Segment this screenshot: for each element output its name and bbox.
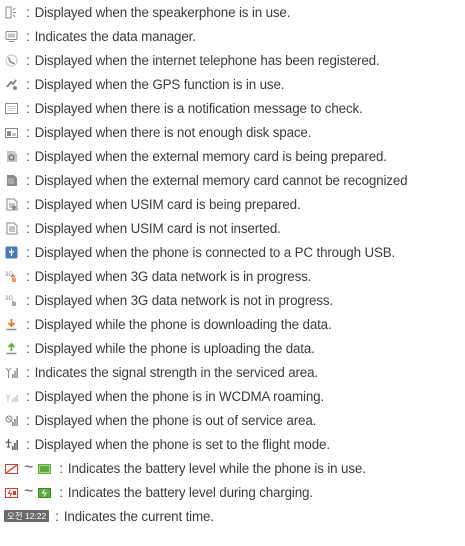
3g-data-in-progress-icon: 3G: [5, 270, 18, 283]
separator-colon: :: [26, 196, 30, 212]
icon-description-text: Indicates the data manager.: [34, 28, 196, 44]
icon-description-row: : Displayed while the phone is downloadin…: [0, 312, 332, 336]
icon-description-text: Displayed when the phone is out of servi…: [34, 412, 317, 428]
icon-description-text: Indicates the battery level while the ph…: [67, 460, 366, 476]
svg-text:3G: 3G: [5, 296, 13, 302]
data-manager-icon: [5, 30, 18, 43]
icon-description-row: ~: Indicates the battery level during cha…: [0, 480, 313, 504]
speakerphone-icon: [5, 6, 18, 19]
separator-colon: :: [26, 364, 30, 380]
icon-description-text: Displayed when the GPS function is in us…: [34, 76, 285, 92]
icon-description-text: Displayed while the phone is uploading t…: [34, 340, 315, 356]
memory-card-preparing-icon: [5, 150, 18, 163]
icon-description-row: : Displayed when the external memory card…: [0, 144, 387, 168]
separator-colon: :: [26, 124, 30, 140]
wcdma-roaming-icon: [5, 390, 18, 403]
icon-description-text: Displayed when the external memory card …: [34, 172, 408, 188]
icon-description-text: Indicates the battery level during charg…: [67, 484, 313, 500]
icon-description-row: : Displayed when there is not enough disk…: [0, 120, 311, 144]
icon-description-row: : Displayed when USIM card is being prepa…: [0, 192, 301, 216]
icon-description-row: : Displayed when the internet telephone h…: [0, 48, 380, 72]
icon-description-text: Indicates the signal strength in the ser…: [34, 364, 319, 380]
battery-charging-icon: [5, 486, 18, 499]
range-tilde: ~: [24, 483, 34, 500]
memory-card-unrecognized-icon: [5, 174, 18, 187]
icon-description-text: Displayed when USIM card is not inserted…: [34, 220, 281, 236]
out-of-service-icon: [5, 414, 18, 427]
icon-description-text: Displayed when 3G data network is in pro…: [34, 268, 312, 284]
separator-colon: :: [59, 484, 63, 500]
icon-description-text: Displayed when the phone is in WCDMA roa…: [34, 388, 325, 404]
3g-data-not-in-progress-icon: 3G: [5, 294, 18, 307]
notification-message-icon: [5, 102, 18, 115]
icon-description-text: Displayed when the phone is set to the f…: [34, 436, 330, 452]
separator-colon: :: [26, 436, 30, 452]
current-time-icon: 오전 12:22: [4, 510, 50, 522]
icon-description-row: : Displayed when there is a notification …: [0, 96, 363, 120]
separator-colon: :: [26, 148, 30, 164]
separator-colon: :: [26, 76, 30, 92]
usim-preparing-icon: [5, 198, 18, 211]
icon-description-text: Displayed while the phone is downloading…: [34, 316, 332, 332]
icon-description-text: Displayed when the speakerphone is in us…: [34, 4, 291, 20]
icon-description-row: : Displayed when the speakerphone is in u…: [0, 0, 290, 24]
separator-colon: :: [26, 412, 30, 428]
separator-colon: :: [59, 460, 63, 476]
icon-description-row: : Displayed when USIM card is not inserte…: [0, 216, 281, 240]
separator-colon: :: [26, 4, 30, 20]
separator-colon: :: [26, 388, 30, 404]
separator-colon: :: [26, 172, 30, 188]
icon-description-row: 3G: Displayed when 3G data network is in …: [0, 264, 311, 288]
icon-description-row: : Indicates the data manager.: [0, 24, 196, 48]
battery-charging-full-icon: [38, 486, 52, 499]
icon-description-text: Displayed when the internet telephone ha…: [34, 52, 380, 68]
separator-colon: :: [26, 100, 30, 116]
icon-description-text: Displayed when there is not enough disk …: [34, 124, 312, 140]
svg-text:3G: 3G: [5, 272, 13, 278]
icon-description-row: : Displayed when the phone is out of serv…: [0, 408, 316, 432]
icon-description-row: : Indicates the signal strength in the se…: [0, 360, 318, 384]
separator-colon: :: [26, 220, 30, 236]
internet-telephone-icon: [5, 54, 18, 67]
icon-description-text: Displayed when the external memory card …: [34, 148, 387, 164]
separator-colon: :: [26, 28, 30, 44]
gps-icon: [5, 78, 18, 91]
icon-description-text: Displayed when 3G data network is not in…: [34, 292, 334, 308]
separator-colon: :: [26, 292, 30, 308]
icon-description-row: : Displayed when the GPS function is in u…: [0, 72, 284, 96]
icon-description-row: : Displayed while the phone is uploading …: [0, 336, 315, 360]
icon-description-row: 오전 12:22: Indicates the current time.: [0, 504, 214, 528]
low-disk-space-icon: [5, 126, 18, 139]
separator-colon: :: [26, 340, 30, 356]
downloading-icon: [5, 318, 18, 331]
uploading-icon: [5, 342, 18, 355]
icon-description-text: Displayed when the phone is connected to…: [34, 244, 396, 260]
usim-not-inserted-icon: [5, 222, 18, 235]
icon-description-row: 3G: Displayed when 3G data network is not…: [0, 288, 333, 312]
separator-colon: :: [55, 508, 59, 524]
icon-description-row: ~: Indicates the battery level while the …: [0, 456, 366, 480]
icon-description-row: : Displayed when the external memory card…: [0, 168, 408, 192]
icon-description-text: Indicates the current time.: [63, 508, 214, 524]
separator-colon: :: [26, 52, 30, 68]
usb-connection-icon: [5, 246, 18, 259]
separator-colon: :: [26, 316, 30, 332]
flight-mode-icon: [5, 438, 18, 451]
icon-description-text: Displayed when USIM card is being prepar…: [34, 196, 301, 212]
separator-colon: :: [26, 244, 30, 260]
battery-full-icon: [38, 462, 52, 475]
signal-strength-icon: [5, 366, 18, 379]
icon-description-row: : Displayed when the phone is connected t…: [0, 240, 395, 264]
icon-description-text: Displayed when there is a notification m…: [34, 100, 363, 116]
separator-colon: :: [26, 268, 30, 284]
range-tilde: ~: [24, 459, 34, 476]
icon-description-row: : Displayed when the phone is in WCDMA ro…: [0, 384, 324, 408]
icon-description-row: : Displayed when the phone is set to the …: [0, 432, 330, 456]
battery-level-icon: [5, 462, 18, 475]
